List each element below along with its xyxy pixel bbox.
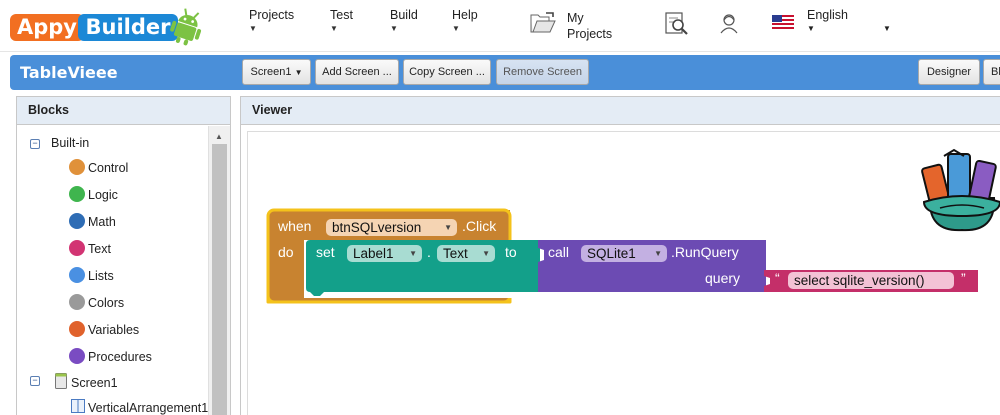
- remove-screen-button[interactable]: Remove Screen: [496, 59, 589, 85]
- category-colors[interactable]: Colors: [88, 296, 124, 310]
- menu-test-label: Test: [330, 8, 353, 22]
- call-component-dropdown[interactable]: SQLite1 ▼: [581, 245, 667, 262]
- designer-button[interactable]: Designer: [918, 59, 980, 85]
- blocks-panel-title: Blocks: [17, 97, 230, 125]
- chevron-down-icon: ▼: [409, 249, 417, 258]
- category-variables[interactable]: Variables: [88, 323, 139, 337]
- copy-screen-button[interactable]: Copy Screen ...: [403, 59, 491, 85]
- chevron-down-icon: ▼: [452, 24, 460, 33]
- menu-test[interactable]: Test ▼: [330, 8, 353, 35]
- my-projects-line2: Projects: [567, 27, 613, 41]
- user-icon[interactable]: [718, 12, 740, 34]
- screen-select-button[interactable]: Screen1 ▼: [242, 59, 311, 85]
- call-method-label: .RunQuery: [671, 244, 739, 260]
- set-dot-label: .: [427, 244, 431, 260]
- call-label: call: [548, 244, 570, 260]
- menu-build-label: Build: [390, 8, 418, 22]
- top-menu-bar: Appy Builder Projects ▼ Test ▼ Build ▼ H…: [0, 0, 1000, 52]
- category-dot-logic: [69, 186, 85, 202]
- category-dot-procedures: [69, 348, 85, 364]
- viewer-panel: Viewer when btnSQLversion ▼ .Click do se…: [240, 96, 1000, 415]
- call-component-value: SQLite1: [587, 246, 636, 261]
- category-dot-text: [69, 240, 85, 256]
- collapse-toggle-icon[interactable]: −: [30, 139, 40, 149]
- text-value-field[interactable]: select sqlite_version(): [788, 272, 954, 289]
- chevron-down-icon: ▼: [482, 249, 490, 258]
- chevron-down-icon: ▼: [330, 24, 338, 33]
- logo-builder: Builder: [78, 14, 178, 41]
- menu-projects-label: Projects: [249, 8, 295, 22]
- menu-build[interactable]: Build ▼: [390, 8, 418, 35]
- my-projects-link[interactable]: My Projects: [567, 10, 612, 42]
- language-select[interactable]: English ▼: [807, 8, 848, 35]
- set-property-dropdown[interactable]: Text ▼: [437, 245, 495, 262]
- chevron-down-icon: ▼: [444, 223, 452, 232]
- category-logic[interactable]: Logic: [88, 188, 118, 202]
- set-to-label: to: [505, 244, 517, 260]
- scroll-up-icon[interactable]: ▲: [215, 132, 223, 141]
- set-label: set: [316, 244, 335, 260]
- category-lists[interactable]: Lists: [88, 269, 114, 283]
- chevron-down-icon: ▼: [390, 24, 398, 33]
- add-screen-button[interactable]: Add Screen ...: [315, 59, 399, 85]
- set-component-value: Label1: [353, 246, 394, 261]
- blocks-panel: Blocks − Built-in Control Logic Math Tex…: [16, 96, 231, 415]
- category-text[interactable]: Text: [88, 242, 111, 256]
- event-do-label: do: [278, 244, 294, 260]
- set-property-value: Text: [443, 246, 468, 261]
- gallery-search-icon[interactable]: [664, 10, 690, 36]
- blocks-button[interactable]: Bl: [983, 59, 1000, 85]
- category-dot-variables: [69, 321, 85, 337]
- appybuilder-logo[interactable]: Appy Builder: [10, 6, 202, 46]
- tree-item-builtin[interactable]: Built-in: [51, 136, 89, 150]
- blocks-scrollbar[interactable]: ▲: [208, 126, 230, 415]
- screen-icon: [55, 373, 67, 389]
- chevron-down-icon: ▼: [807, 24, 815, 33]
- category-procedures[interactable]: Procedures: [88, 350, 152, 364]
- arrangement-icon: [71, 399, 85, 413]
- category-math[interactable]: Math: [88, 215, 116, 229]
- collapse-toggle-icon[interactable]: −: [30, 376, 40, 386]
- language-label: English: [807, 8, 848, 22]
- chevron-down-icon[interactable]: ▼: [883, 24, 891, 33]
- category-dot-lists: [69, 267, 85, 283]
- blocks-tree: − Built-in Control Logic Math Text Lists…: [17, 126, 209, 415]
- category-dot-colors: [69, 294, 85, 310]
- event-name-label: .Click: [462, 218, 497, 234]
- us-flag-icon: [772, 15, 794, 29]
- android-icon: [170, 8, 202, 46]
- category-dot-math: [69, 213, 85, 229]
- folder-icon[interactable]: [530, 12, 556, 34]
- scrollbar-thumb[interactable]: [212, 144, 227, 415]
- chevron-down-icon: ▼: [249, 24, 257, 33]
- project-toolbar: TableVieee Screen1 ▼ Add Screen ... Copy…: [10, 55, 1000, 90]
- screen-select-label: Screen1: [250, 66, 292, 78]
- menu-projects[interactable]: Projects ▼: [249, 8, 294, 35]
- set-component-dropdown[interactable]: Label1 ▼: [347, 245, 422, 262]
- divider: [0, 51, 1000, 52]
- tree-item-verticalarrangement1[interactable]: VerticalArrangement1: [88, 401, 208, 415]
- call-param-query-label: query: [705, 270, 741, 286]
- text-close-quote: ”: [961, 270, 966, 286]
- blocks-workspace[interactable]: when btnSQLversion ▼ .Click do set Label…: [247, 131, 1000, 415]
- chevron-down-icon: ▼: [294, 68, 303, 77]
- logo-appy: Appy: [10, 14, 84, 41]
- menu-help-label: Help: [452, 8, 478, 22]
- tree-item-screen1[interactable]: Screen1: [71, 376, 118, 390]
- chevron-down-icon: ▼: [654, 249, 662, 258]
- event-when-label: when: [278, 218, 312, 234]
- event-component-dropdown[interactable]: btnSQLversion ▼: [326, 219, 457, 236]
- category-dot-control: [69, 159, 85, 175]
- text-open-quote: “: [775, 270, 780, 286]
- my-projects-line1: My: [567, 11, 584, 25]
- viewer-panel-title: Viewer: [241, 97, 1000, 125]
- project-title: TableVieee: [20, 63, 118, 82]
- event-component-value: btnSQLversion: [332, 220, 422, 235]
- category-control[interactable]: Control: [88, 161, 128, 175]
- menu-help[interactable]: Help ▼: [452, 8, 478, 35]
